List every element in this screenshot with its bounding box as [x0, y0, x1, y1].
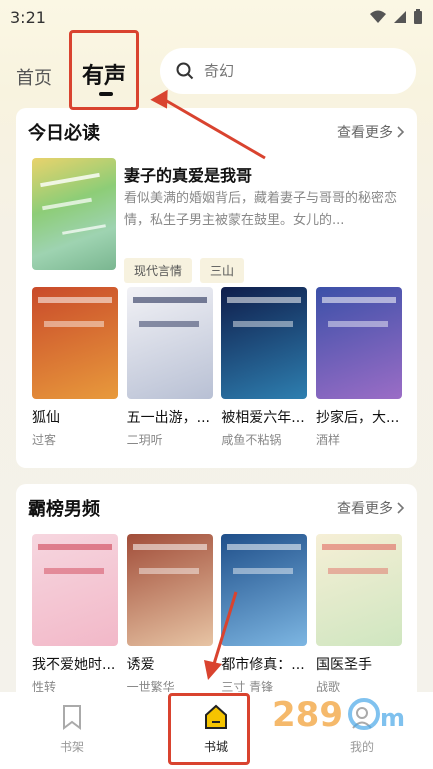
book-item[interactable]: 狐仙 过客: [32, 287, 118, 448]
status-time: 3:21: [10, 7, 46, 27]
book-title[interactable]: 狐仙: [32, 407, 118, 427]
book-item[interactable]: 诱爱 一世繁华: [126, 534, 213, 695]
tab-home[interactable]: 首页: [16, 64, 52, 90]
book-cover[interactable]: [126, 534, 213, 646]
search-input[interactable]: [204, 62, 394, 80]
book-title[interactable]: 五一出游，...: [127, 407, 213, 427]
watermark-logo: 289 m: [272, 695, 405, 735]
search-icon: [176, 62, 194, 80]
chevron-right-icon: [397, 502, 405, 514]
book-item[interactable]: 都市修真：... 三寸 青锋: [221, 534, 308, 695]
book-title[interactable]: 诱爱: [127, 654, 213, 674]
tag-author[interactable]: 三山: [200, 258, 245, 283]
book-cover[interactable]: [32, 534, 118, 646]
book-item[interactable]: 五一出游，... 二玥听: [126, 287, 213, 448]
wifi-icon: [370, 10, 386, 23]
nav-bookshelf[interactable]: 书架: [32, 704, 112, 755]
book-title[interactable]: 被相爱六年...: [221, 407, 307, 427]
book-author: 酒样: [315, 433, 340, 447]
featured-book-tags: 现代言情 三山: [124, 258, 245, 283]
svg-text:289: 289: [272, 695, 343, 735]
featured-book[interactable]: 妻子的真爱是我哥 看似美满的婚姻背后，藏着妻子与哥哥的秘密恋情，私生子男主被蒙在…: [32, 158, 404, 283]
book-cover[interactable]: [221, 534, 308, 646]
view-more-button[interactable]: 查看更多: [337, 498, 405, 518]
section-header: 霸榜男频 查看更多: [28, 496, 405, 520]
book-cover[interactable]: [32, 287, 118, 399]
svg-text:m: m: [380, 704, 405, 732]
book-title[interactable]: 都市修真：...: [221, 654, 307, 674]
tag-genre[interactable]: 现代言情: [124, 258, 193, 283]
book-title[interactable]: 我不爱她时...: [32, 654, 118, 674]
book-title[interactable]: 抄家后，大...: [316, 407, 402, 427]
nav-profile-label: 我的: [349, 740, 374, 754]
search-bar[interactable]: [160, 48, 416, 94]
chevron-right-icon: [397, 126, 405, 138]
section-title: 霸榜男频: [28, 499, 100, 520]
annotation-highlight-box: [69, 30, 139, 110]
top-male-ranking-section: 霸榜男频 查看更多 我不爱她时... 性转 诱爱 一世繁华 都市修真：... 三…: [16, 484, 417, 704]
book-item[interactable]: 我不爱她时... 性转: [32, 534, 118, 695]
view-more-label: 查看更多: [337, 501, 393, 517]
book-cover[interactable]: [221, 287, 308, 399]
status-icons: [369, 9, 423, 25]
book-author: 咸鱼不粘锅: [221, 433, 282, 447]
signal-icon: [394, 11, 406, 23]
book-item[interactable]: 国医圣手 战歌: [315, 534, 402, 695]
book-cover[interactable]: [315, 534, 402, 646]
featured-book-cover[interactable]: [32, 158, 116, 270]
book-author: 过客: [32, 433, 57, 447]
top-bar: 首页 有声: [0, 34, 433, 106]
featured-book-description: 看似美满的婚姻背后，藏着妻子与哥哥的秘密恋情，私生子男主被蒙在鼓里。女儿的...: [124, 191, 398, 228]
book-list: 狐仙 过客 五一出游，... 二玥听 被相爱六年... 咸鱼不粘锅 抄家后，大.…: [32, 287, 402, 448]
bookmark-icon: [60, 704, 84, 730]
annotation-highlight-box: [168, 693, 250, 765]
view-more-label: 查看更多: [337, 125, 393, 141]
section-title: 今日必读: [28, 123, 100, 144]
book-item[interactable]: 抄家后，大... 酒样: [315, 287, 402, 448]
book-cover[interactable]: [126, 287, 213, 399]
book-title[interactable]: 国医圣手: [316, 654, 402, 674]
battery-icon: [414, 9, 422, 24]
view-more-button[interactable]: 查看更多: [337, 122, 405, 142]
nav-bookshelf-label: 书架: [59, 740, 84, 754]
today-must-read-section: 今日必读 查看更多 妻子的真爱是我哥 看似美满的婚姻背后，藏着妻子与哥哥的秘密恋…: [16, 108, 417, 468]
status-bar: 3:21: [0, 0, 433, 34]
book-list: 我不爱她时... 性转 诱爱 一世繁华 都市修真：... 三寸 青锋 国医圣手 …: [32, 534, 402, 695]
featured-book-title[interactable]: 妻子的真爱是我哥: [124, 162, 404, 186]
book-author: 二玥听: [126, 433, 163, 447]
section-header: 今日必读 查看更多: [28, 120, 405, 144]
book-item[interactable]: 被相爱六年... 咸鱼不粘锅: [221, 287, 308, 448]
book-cover[interactable]: [315, 287, 402, 399]
